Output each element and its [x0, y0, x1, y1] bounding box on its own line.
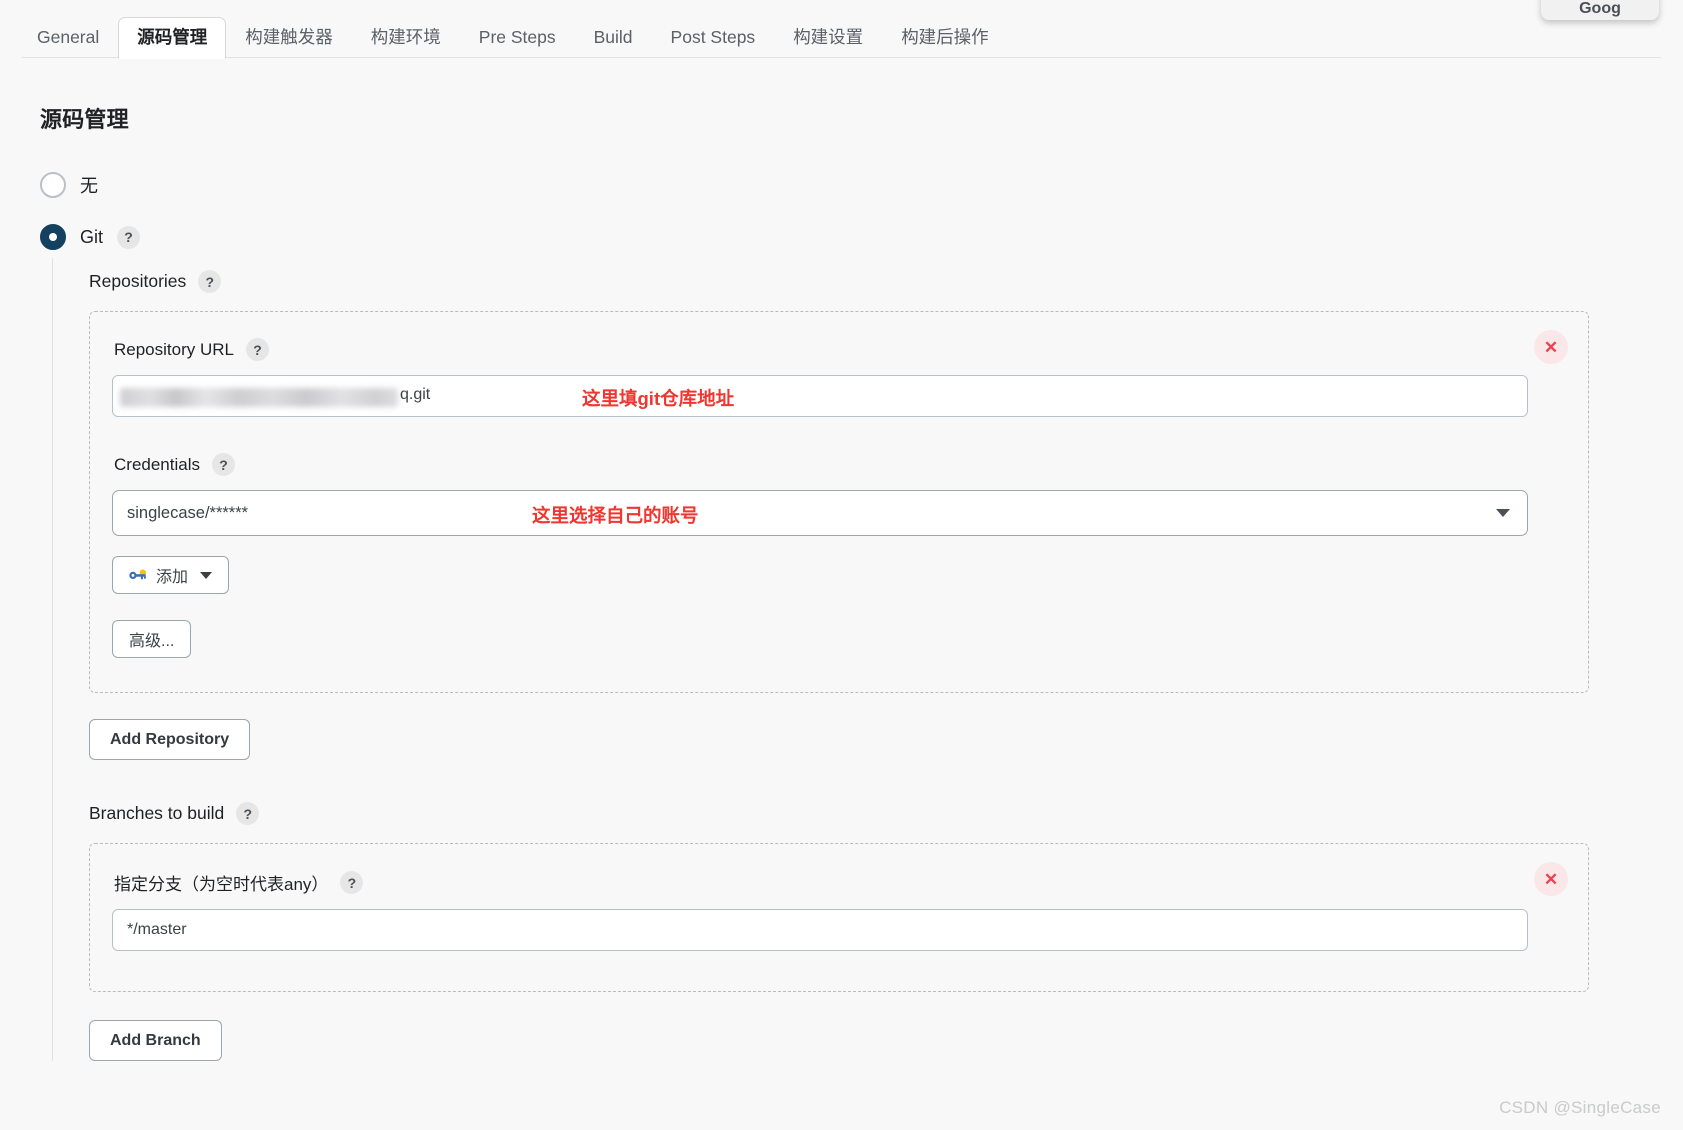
csdn-watermark: CSDN @SingleCase — [1499, 1098, 1661, 1117]
help-icon-branch-spec[interactable]: ? — [340, 871, 364, 894]
branch-entry: ✕ 指定分支（为空时代表any） ? — [89, 843, 1589, 992]
scm-option-none[interactable]: 无 — [40, 172, 1683, 198]
repositories-label: Repositories — [89, 271, 187, 291]
help-icon-git[interactable]: ? — [117, 225, 141, 249]
chevron-down-icon-add-credentials — [200, 571, 213, 579]
repository-url-input[interactable] — [112, 375, 1528, 417]
scm-option-git-label: Git — [80, 226, 104, 247]
git-settings-block: Repositories ? ✕ Repository URL ? q.git … — [52, 258, 1612, 1061]
scm-option-none-label: 无 — [80, 176, 98, 196]
repository-url-label: Repository URL — [114, 339, 234, 359]
browser-floating-chip[interactable]: Goog — [1541, 0, 1659, 20]
credentials-label: Credentials — [114, 454, 200, 474]
add-credentials-label: 添加 — [156, 569, 189, 586]
repository-url-input-wrap: q.git 这里填git仓库地址 — [112, 375, 1556, 417]
scm-option-git[interactable]: Git ? — [40, 224, 1683, 250]
repositories-label-row: Repositories ? — [89, 270, 1612, 293]
radio-none[interactable] — [40, 172, 66, 198]
help-icon-repositories[interactable]: ? — [198, 270, 222, 293]
tab-build[interactable]: Build — [575, 17, 652, 59]
branches-label-row: Branches to build ? — [89, 802, 1612, 825]
config-tab-bar: General 源码管理 构建触发器 构建环境 Pre Steps Build … — [0, 0, 1683, 59]
add-repository-button[interactable]: Add Repository — [89, 719, 251, 760]
delete-repository-button[interactable]: ✕ — [1534, 330, 1568, 364]
tab-build-triggers[interactable]: 构建触发器 — [226, 17, 352, 59]
delete-branch-button[interactable]: ✕ — [1534, 862, 1568, 896]
add-credentials-button[interactable]: 添加 — [112, 556, 230, 594]
tab-source-code-management[interactable]: 源码管理 — [118, 17, 227, 59]
tab-post-build-actions[interactable]: 构建后操作 — [882, 17, 1008, 59]
radio-git[interactable] — [40, 224, 66, 250]
repository-url-label-row: Repository URL ? — [114, 338, 1556, 361]
credentials-select-wrap: singlecase/****** 这里选择自己的账号 — [112, 490, 1528, 536]
repository-entry: ✕ Repository URL ? q.git 这里填git仓库地址 Cred… — [89, 311, 1589, 693]
branch-spec-input[interactable] — [112, 909, 1528, 951]
tab-post-steps[interactable]: Post Steps — [652, 17, 775, 59]
branch-spec-label-row: 指定分支（为空时代表any） ? — [114, 870, 1556, 895]
credentials-label-row: Credentials ? — [114, 453, 1556, 476]
branch-spec-label: 指定分支（为空时代表any） — [114, 875, 329, 894]
help-icon-branches[interactable]: ? — [236, 802, 260, 825]
tab-build-settings[interactable]: 构建设置 — [774, 17, 882, 59]
page-title: 源码管理 — [40, 107, 129, 132]
branches-to-build-label: Branches to build — [89, 803, 225, 823]
key-icon — [129, 569, 147, 580]
advanced-button[interactable]: 高级... — [112, 620, 192, 658]
tab-general[interactable]: General — [18, 17, 118, 59]
credentials-select[interactable]: singlecase/****** — [112, 490, 1528, 536]
add-branch-button[interactable]: Add Branch — [89, 1020, 222, 1061]
help-icon-repository-url[interactable]: ? — [246, 338, 269, 361]
jenkins-job-config-page: Goog General 源码管理 构建触发器 构建环境 Pre Steps B… — [0, 0, 1683, 1130]
config-content: 源码管理 无 Git ? Repositories ? ✕ Repository… — [0, 58, 1683, 1061]
tab-pre-steps[interactable]: Pre Steps — [460, 17, 575, 59]
tab-build-environment[interactable]: 构建环境 — [352, 17, 460, 59]
help-icon-credentials[interactable]: ? — [212, 453, 235, 476]
